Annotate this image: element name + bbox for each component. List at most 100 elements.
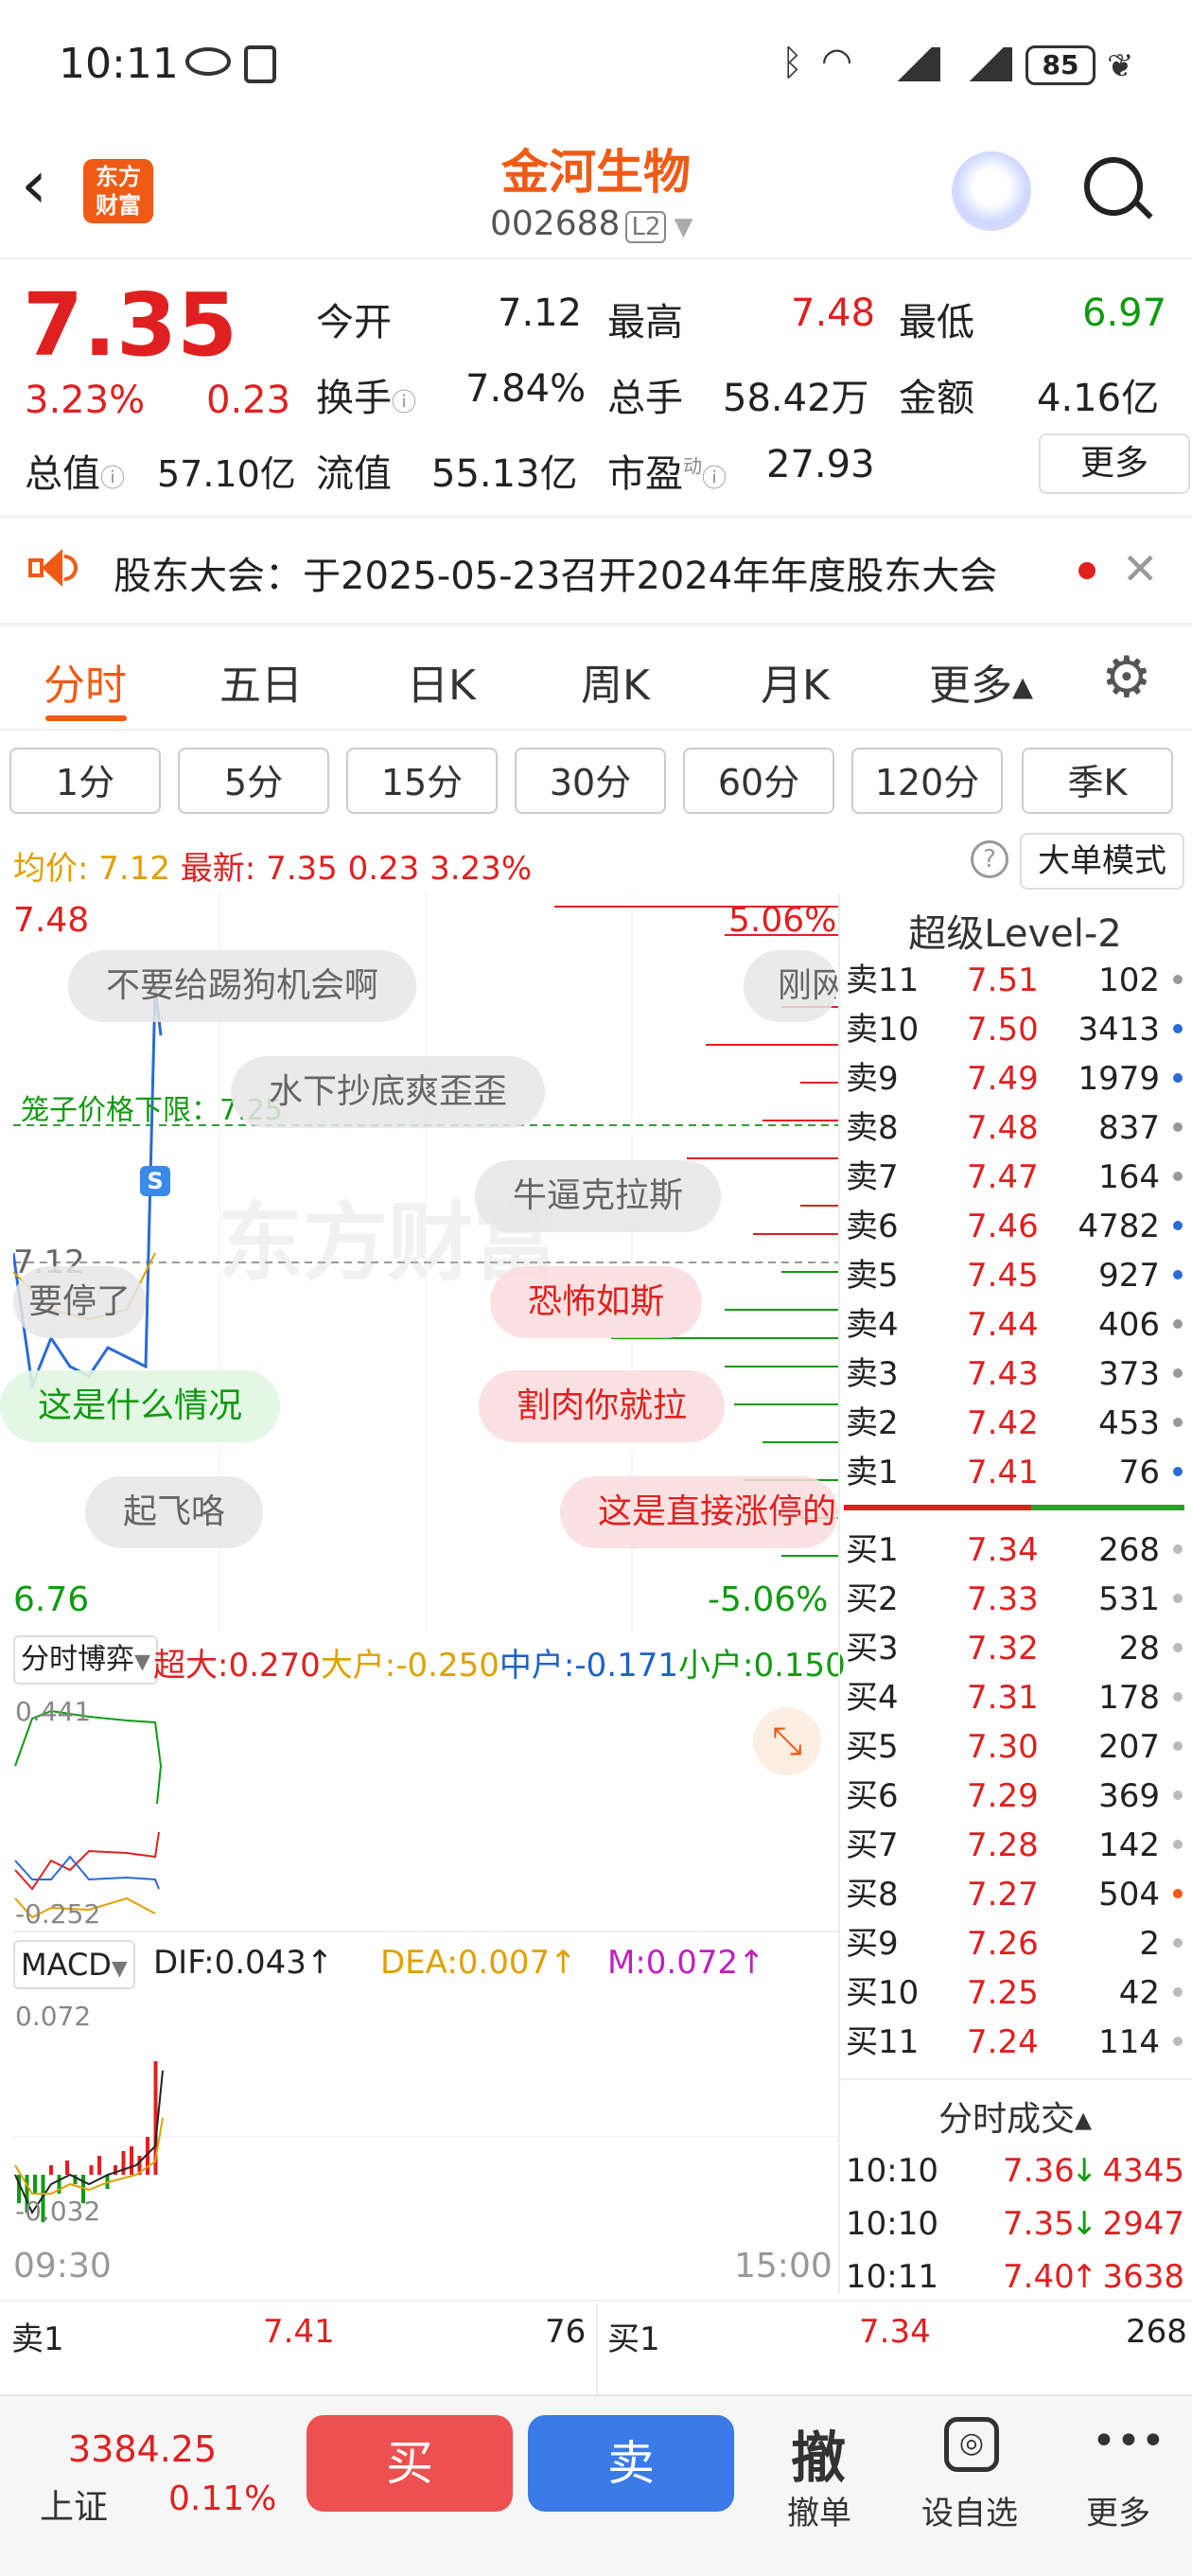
tab-more[interactable]: 更多▴ xyxy=(929,651,1033,712)
ask-vol: 3413 xyxy=(1078,1011,1160,1049)
bid-row[interactable]: 买9 7.26 2 xyxy=(844,1919,1190,1968)
comment-bubble[interactable]: 不要给踢狗机会啊 xyxy=(68,950,417,1022)
trade-row[interactable]: 10:10 7.36 ↓ 4345 xyxy=(844,2146,1190,2196)
search-icon[interactable] xyxy=(1084,157,1143,216)
bid-row[interactable]: 买6 7.29 369 xyxy=(844,1772,1190,1821)
sell-button[interactable]: 卖 xyxy=(528,2415,734,2512)
bid-vol: 531 xyxy=(1098,1580,1160,1618)
ask-row[interactable]: 卖1 7.41 76 xyxy=(844,1448,1190,1497)
tab-yuek[interactable]: 月K xyxy=(761,651,830,712)
macd-bar xyxy=(89,2165,94,2175)
comment-bubble[interactable]: 水下抄底爽歪歪 xyxy=(231,1056,546,1128)
more-label[interactable]: 更多 xyxy=(1086,2487,1150,2533)
macd-chart[interactable] xyxy=(13,1995,838,2239)
period-15min[interactable]: 15分 xyxy=(346,748,498,814)
bid-vol: 114 xyxy=(1098,2023,1160,2061)
ask-row[interactable]: 卖10 7.50 3413 xyxy=(844,1005,1190,1054)
comment-bubble[interactable]: 刚网 xyxy=(744,950,838,1022)
ask-row[interactable]: 卖11 7.51 102 xyxy=(844,956,1190,1005)
more-button[interactable]: 更多 xyxy=(1039,433,1190,494)
comment-bubble[interactable]: 割肉你就拉 xyxy=(479,1370,726,1442)
period-quarter[interactable]: 季K xyxy=(1022,748,1173,814)
ask-vol: 4782 xyxy=(1078,1208,1160,1245)
flow-selector[interactable]: 分时博弈▼ xyxy=(13,1635,158,1685)
bid-row[interactable]: 买5 7.30 207 xyxy=(844,1722,1190,1772)
ask-row[interactable]: 卖8 7.48 837 xyxy=(844,1103,1190,1153)
tab-zhouk[interactable]: 周K xyxy=(581,651,650,712)
comment-bubble[interactable]: 牛逼克拉斯 xyxy=(475,1160,722,1232)
ask-row[interactable]: 卖9 7.49 1979 xyxy=(844,1054,1190,1103)
trades-title[interactable]: 分时成交▴ xyxy=(840,2091,1190,2141)
ask-row[interactable]: 卖6 7.46 4782 xyxy=(844,1202,1190,1251)
ask-row[interactable]: 卖7 7.47 164 xyxy=(844,1153,1190,1202)
robot-avatar-icon[interactable] xyxy=(952,151,1031,231)
bid-vol: 142 xyxy=(1098,1826,1160,1864)
watchlist-icon[interactable]: ◎ xyxy=(944,2417,999,2472)
close-icon[interactable]: ✕ xyxy=(1122,543,1159,594)
period-1min[interactable]: 1分 xyxy=(9,748,161,814)
comment-bubble[interactable]: 恐怖如斯 xyxy=(490,1266,703,1338)
macd-selector[interactable]: MACD▼ xyxy=(13,1940,135,1989)
stock-code[interactable]: 002688 L2 ▼ xyxy=(490,204,692,243)
comment-bubble[interactable]: 起飞咯 xyxy=(85,1476,264,1548)
more-dots-icon[interactable]: ••• xyxy=(1092,2417,1166,2465)
ask-row[interactable]: 卖2 7.42 453 xyxy=(844,1399,1190,1448)
ask-label: 卖1 xyxy=(846,1454,899,1491)
turnover-label[interactable]: 换手ⓘ xyxy=(316,367,416,422)
notice-text[interactable]: 股东大会：于2025-05-23召开2024年年度股东大会 xyxy=(114,545,997,600)
expand-icon[interactable]: ⤡ xyxy=(753,1707,821,1775)
tab-fenshi[interactable]: 分时 xyxy=(44,651,127,712)
comment-bubble[interactable]: 要停了 xyxy=(13,1266,147,1338)
bid-label: 买9 xyxy=(846,1925,899,1963)
bid-row[interactable]: 买3 7.32 28 xyxy=(844,1624,1190,1673)
watchlist-label[interactable]: 设自选 xyxy=(921,2487,1018,2533)
trade-row[interactable]: 10:10 7.35 ↓ 2947 xyxy=(844,2199,1190,2249)
ask-row[interactable]: 卖4 7.44 406 xyxy=(844,1300,1190,1350)
period-60min[interactable]: 60分 xyxy=(683,748,834,814)
time-start: 09:30 xyxy=(13,2247,112,2285)
tab-rik[interactable]: 日K xyxy=(407,651,476,712)
period-5min[interactable]: 5分 xyxy=(178,748,329,814)
index-value[interactable]: 3384.25 xyxy=(68,2428,217,2470)
ask-price: 7.45 xyxy=(967,1257,1039,1295)
cancel-icon[interactable]: 撤 xyxy=(791,2413,846,2493)
bid-row[interactable]: 买11 7.24 114 xyxy=(844,2018,1190,2067)
bid-row[interactable]: 买4 7.31 178 xyxy=(844,1673,1190,1722)
bid-row[interactable]: 买8 7.27 504 xyxy=(844,1870,1190,1919)
buy-button[interactable]: 买 xyxy=(307,2415,513,2512)
comment-bubble[interactable]: 这是直接涨停的 xyxy=(560,1476,838,1548)
trade-row[interactable]: 10:11 7.40 ↑ 3638 xyxy=(844,2252,1190,2302)
cancel-label[interactable]: 撤单 xyxy=(787,2487,851,2533)
orderbook-title[interactable]: 超级Level-2 xyxy=(840,903,1190,958)
comment-bubble[interactable]: 这是什么情况 xyxy=(0,1370,281,1442)
pe-label[interactable]: 市盈动ⓘ xyxy=(607,443,727,498)
index-pct[interactable]: 0.11% xyxy=(168,2479,276,2518)
info-icon: ⓘ xyxy=(100,465,126,493)
s-marker[interactable]: S xyxy=(140,1166,170,1196)
bid-row[interactable]: 买1 7.34 268 xyxy=(844,1526,1190,1575)
level-badge: L2 xyxy=(625,211,667,243)
bid-vol: 268 xyxy=(1098,1531,1160,1569)
order-dot xyxy=(1173,1544,1183,1554)
bid-row[interactable]: 买10 7.25 42 xyxy=(844,1968,1190,2018)
period-120min[interactable]: 120分 xyxy=(851,748,1003,814)
index-name[interactable]: 上证 xyxy=(40,2479,108,2529)
pe-value: 27.93 xyxy=(766,443,875,486)
bid-row[interactable]: 买7 7.28 142 xyxy=(844,1821,1190,1870)
bid-price: 7.31 xyxy=(967,1679,1039,1717)
period-30min[interactable]: 30分 xyxy=(515,748,666,814)
bid-row[interactable]: 买2 7.33 531 xyxy=(844,1575,1190,1624)
ask-row[interactable]: 卖5 7.45 927 xyxy=(844,1251,1190,1300)
low-label: 最低 xyxy=(899,301,974,344)
help-icon[interactable]: ? xyxy=(971,840,1008,878)
tab-wuri[interactable]: 五日 xyxy=(219,651,303,712)
ask-vol: 164 xyxy=(1098,1158,1160,1196)
ask-price: 7.48 xyxy=(967,1109,1039,1147)
ask-row[interactable]: 卖3 7.43 373 xyxy=(844,1350,1190,1399)
mktcap-label[interactable]: 总值ⓘ xyxy=(25,443,125,498)
gear-icon[interactable]: ⚙ xyxy=(1101,649,1152,706)
ask-vol: 102 xyxy=(1098,962,1160,999)
big-order-mode-button[interactable]: 大单模式 xyxy=(1020,833,1184,890)
ask-vol: 76 xyxy=(1118,1454,1160,1491)
flow-chart[interactable] xyxy=(13,1690,838,1931)
